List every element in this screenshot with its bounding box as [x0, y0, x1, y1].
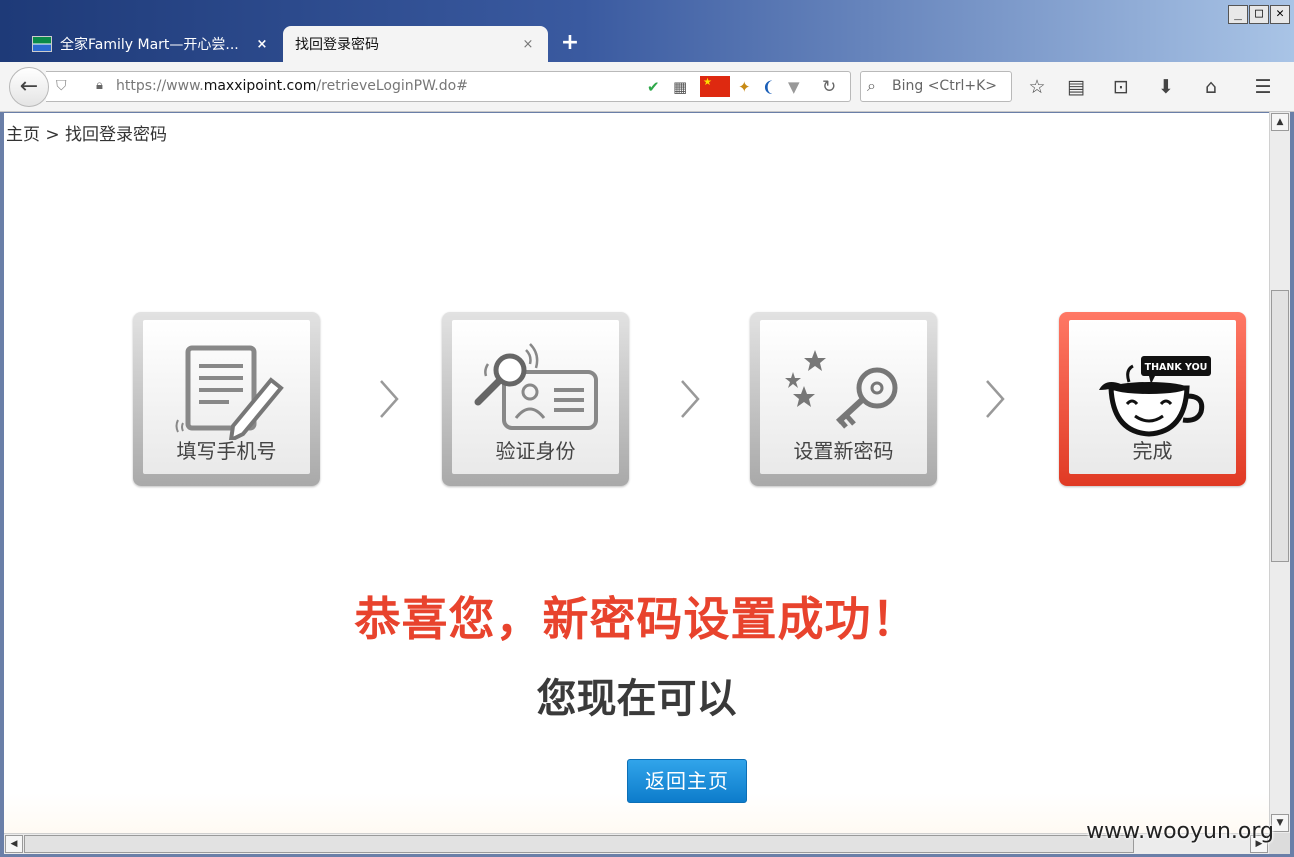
url-bar[interactable]: ⛉ 🔒︎ https://www.maxxipoint.com/retrieve…	[46, 71, 851, 102]
url-prefix: https://www.	[116, 78, 204, 94]
tab-title: 全家Family Mart—开心尝...	[60, 37, 239, 53]
thank-you-badge: THANK YOU	[1145, 362, 1208, 373]
scroll-up-icon[interactable]: ▲	[1271, 113, 1289, 131]
horizontal-scroll-thumb[interactable]	[24, 835, 1134, 853]
bookmarks-list-icon[interactable]: ▤	[1063, 74, 1089, 100]
step-card: THANK YOU 完成	[1069, 320, 1236, 474]
close-window-button[interactable]: ✕	[1270, 5, 1290, 24]
navigation-bar: ⛉ 🔒︎ https://www.maxxipoint.com/retrieve…	[0, 62, 1294, 112]
vertical-scrollbar[interactable]: ▲ ▼	[1269, 112, 1290, 833]
url-path: /retrieveLoginPW.do#	[316, 78, 468, 94]
tab-close-icon[interactable]: ×	[254, 37, 270, 52]
chevron-right-icon	[380, 380, 399, 418]
search-placeholder: Bing <Ctrl+K>	[892, 78, 997, 94]
step-fill-phone: 填写手机号	[133, 312, 320, 486]
step-card: 验证身份	[452, 320, 619, 474]
china-flag-icon[interactable]: ★	[700, 76, 730, 97]
step-card: 填写手机号	[143, 320, 310, 474]
home-icon[interactable]: ⌂	[1198, 74, 1224, 100]
search-icon: ⌕	[867, 76, 876, 95]
tiger-addon-icon[interactable]: ✦	[738, 78, 751, 96]
tracking-shield-icon[interactable]: ⛉	[56, 78, 67, 94]
tab-title: 找回登录密码	[295, 37, 379, 53]
scroll-left-icon[interactable]: ◀	[5, 835, 23, 853]
step-set-new-password: 设置新密码	[750, 312, 937, 486]
chevron-right-icon	[986, 380, 1005, 418]
qr-code-icon[interactable]: ▦	[673, 78, 687, 96]
return-home-button[interactable]: 返回主页	[627, 759, 747, 803]
success-heading: 恭喜您，新密码设置成功！	[354, 592, 919, 646]
reader-view-icon[interactable]: ⊡	[1108, 74, 1134, 100]
step-label: 验证身份	[495, 439, 576, 463]
new-tab-button[interactable]: +	[556, 30, 584, 55]
back-arrow-icon: ←	[19, 74, 39, 99]
reload-icon[interactable]: ↻	[822, 77, 836, 97]
familymart-favicon-icon	[32, 36, 52, 52]
watermark: www.wooyun.org	[1086, 819, 1274, 844]
maximize-button[interactable]: □	[1249, 5, 1269, 24]
breadcrumb: 主页 > 找回登录密码	[6, 125, 168, 145]
step-label: 填写手机号	[176, 439, 277, 463]
back-button[interactable]: ←	[9, 67, 49, 107]
chevron-right-icon	[681, 380, 700, 418]
vertical-scroll-thumb[interactable]	[1271, 290, 1289, 562]
step-complete: THANK YOU 完成	[1059, 312, 1246, 486]
step-verify-identity: 验证身份	[442, 312, 629, 486]
tab-close-icon[interactable]: ×	[520, 37, 536, 52]
search-bar[interactable]: ⌕ Bing <Ctrl+K>	[860, 71, 1012, 102]
dropdown-arrow-icon[interactable]: ▼	[788, 78, 800, 96]
swirl-addon-icon[interactable]: ❨	[762, 78, 775, 96]
key-stars-icon	[785, 350, 898, 429]
tab-retrieve-password[interactable]: 找回登录密码 ×	[283, 26, 548, 62]
download-icon[interactable]: ⬇	[1153, 74, 1179, 100]
menu-icon[interactable]: ☰	[1250, 74, 1276, 100]
adblock-shield-icon[interactable]: ✔	[647, 78, 660, 96]
bookmark-star-icon[interactable]: ☆	[1024, 74, 1050, 100]
id-card-magnifier-icon	[474, 343, 598, 430]
page-viewport: 主页 > 找回登录密码 填写手机号 验证身份 设置新密码 THANK YOU 完…	[4, 113, 1269, 833]
lock-icon[interactable]: 🔒︎	[96, 78, 103, 93]
document-pen-icon	[175, 345, 284, 440]
step-label: 完成	[1132, 439, 1173, 463]
title-bar: _ □ ✕ 全家Family Mart—开心尝... × 找回登录密码 × +	[0, 0, 1294, 62]
window-controls: _ □ ✕	[1228, 5, 1290, 24]
you-can-now-text: 您现在可以	[536, 676, 737, 722]
url-domain: maxxipoint.com	[203, 78, 317, 94]
horizontal-scrollbar[interactable]: ◀ ▶	[4, 833, 1269, 854]
tab-familymart[interactable]: 全家Family Mart—开心尝... ×	[20, 26, 282, 62]
url-text[interactable]: https://www.maxxipoint.com/retrieveLogin…	[116, 78, 468, 94]
step-label: 设置新密码	[793, 439, 894, 463]
thank-you-cup-icon: THANK YOU	[1099, 356, 1211, 437]
step-card: 设置新密码	[760, 320, 927, 474]
minimize-button[interactable]: _	[1228, 5, 1248, 24]
